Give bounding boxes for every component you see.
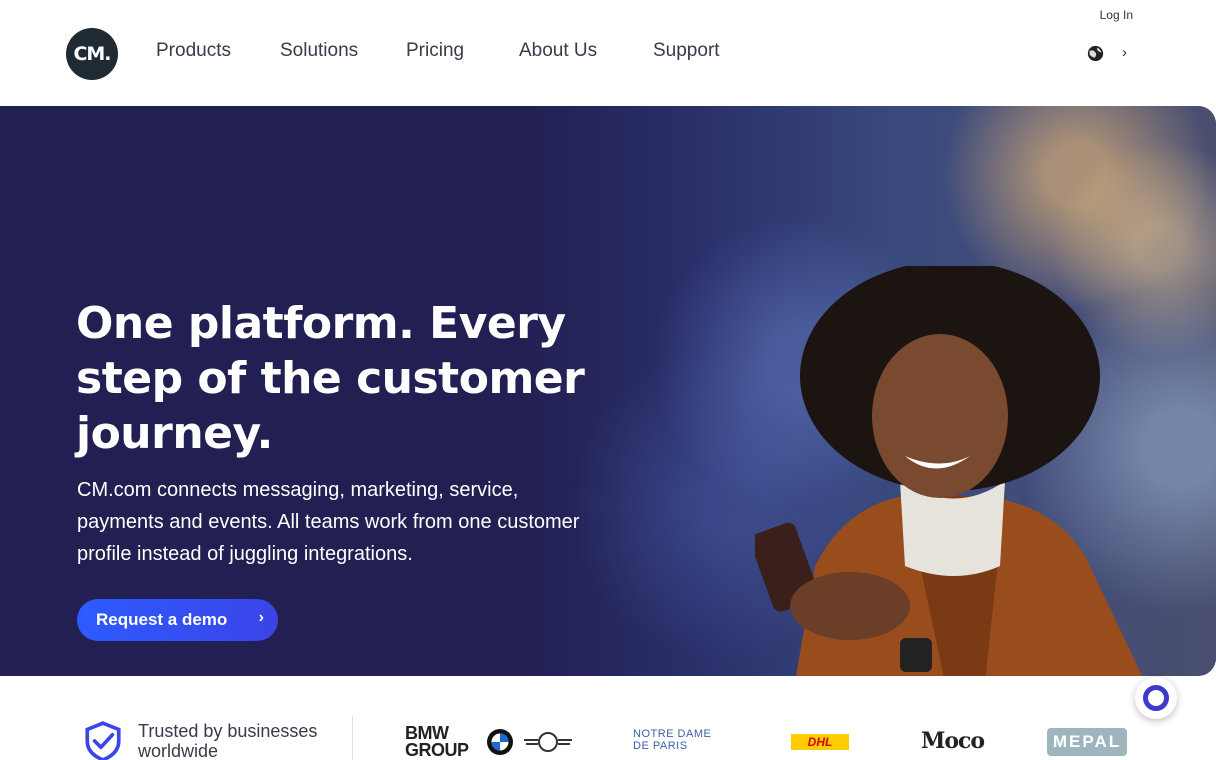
nav-support[interactable]: Support (653, 40, 720, 62)
trust-bar: Trusted by businesses worldwide BMW GROU… (0, 676, 1216, 760)
dhl-logo: DHL (791, 734, 849, 750)
mepal-logo: MEPAL (1047, 728, 1127, 756)
bmw-group-logo: BMW GROUP (405, 723, 469, 760)
trust-text: Trusted by businesses worldwide (138, 721, 318, 760)
cm-logo[interactable]: CM. (66, 28, 118, 80)
chat-ring-icon (1143, 685, 1169, 711)
login-link[interactable]: Log In (1100, 8, 1133, 22)
hero-subtitle: CM.com connects messaging, marketing, se… (77, 479, 580, 565)
bmw-roundel-icon (487, 729, 513, 755)
request-demo-label: Request a demo (96, 610, 228, 629)
notre-dame-logo: NOTRE DAME DE PARIS (633, 728, 712, 752)
site-header: CM. Products Solutions Pricing About Us … (0, 0, 1216, 106)
nav-about-us[interactable]: About Us (519, 40, 597, 62)
hero-section: One platform. Every step of the customer… (0, 106, 1216, 676)
nav-solutions[interactable]: Solutions (280, 40, 358, 62)
mini-logo (524, 732, 572, 752)
language-chevron-icon[interactable]: › (1122, 44, 1127, 61)
divider (352, 716, 353, 760)
hero-title: One platform. Every step of the customer… (76, 298, 585, 459)
nav-pricing[interactable]: Pricing (406, 40, 464, 62)
moco-logo: Moco (921, 728, 985, 754)
chevron-right-icon: › (258, 609, 264, 626)
globe-icon[interactable] (1087, 45, 1104, 62)
shield-check-icon (85, 721, 121, 760)
hero-person-image (755, 266, 1143, 676)
request-demo-button[interactable]: Request a demo › (77, 599, 278, 641)
nav-products[interactable]: Products (156, 40, 231, 62)
chat-widget-button[interactable] (1135, 677, 1177, 719)
